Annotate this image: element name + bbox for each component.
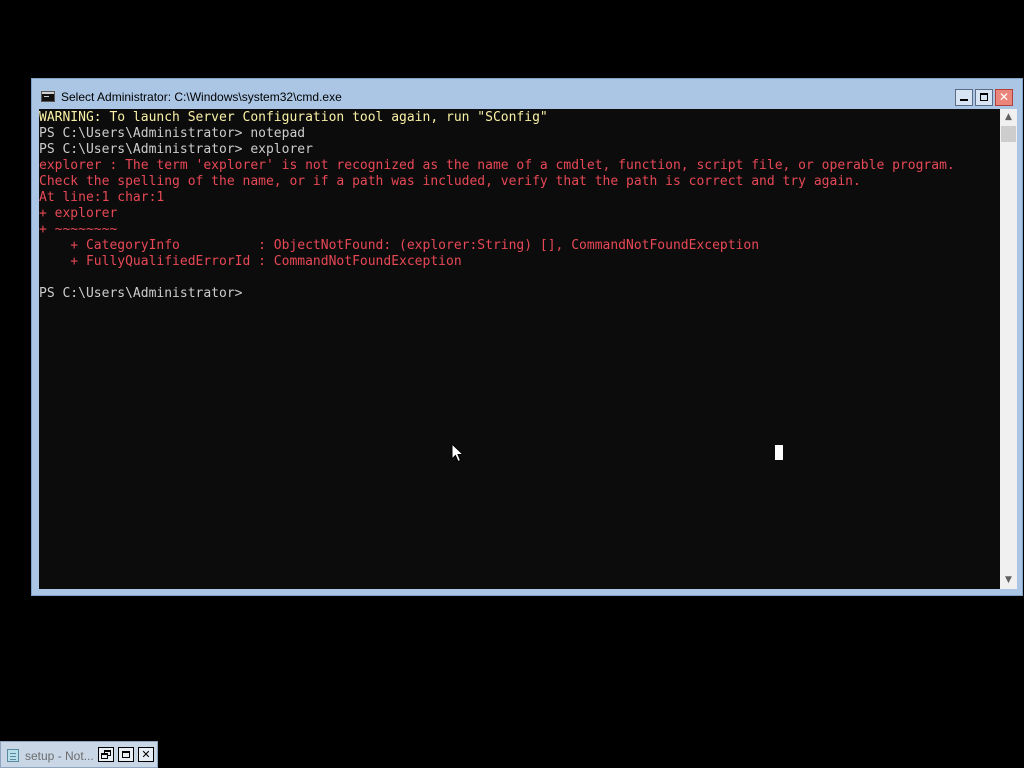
minimized-window-notepad[interactable]: setup - Not... ✕ xyxy=(0,741,158,768)
desktop: Select Administrator: C:\Windows\system3… xyxy=(0,0,1024,768)
console-line: Check the spelling of the name, or if a … xyxy=(39,174,861,189)
vertical-scrollbar[interactable]: ▲ ▼ xyxy=(1000,109,1017,589)
cmd-window[interactable]: Select Administrator: C:\Windows\system3… xyxy=(31,78,1023,596)
console-line: + FullyQualifiedErrorId : CommandNotFoun… xyxy=(39,254,462,269)
close-icon: ✕ xyxy=(998,90,1010,104)
close-icon: ✕ xyxy=(141,748,151,761)
console-line: PS C:\Users\Administrator> xyxy=(39,286,243,301)
scroll-up-button[interactable]: ▲ xyxy=(1000,109,1017,126)
restore-button[interactable] xyxy=(98,747,114,762)
minimize-button[interactable] xyxy=(955,89,973,106)
maximize-icon xyxy=(122,751,130,758)
console-line: + explorer xyxy=(39,206,118,221)
scroll-up-arrow-icon: ▲ xyxy=(1005,112,1012,122)
console-line: WARNING: To launch Server Configuration … xyxy=(39,110,548,125)
title-bar[interactable]: Select Administrator: C:\Windows\system3… xyxy=(32,79,1022,109)
console-line: PS C:\Users\Administrator> explorer xyxy=(39,142,313,157)
maximize-button[interactable] xyxy=(975,89,993,106)
console-line: explorer : The term 'explorer' is not re… xyxy=(39,158,955,173)
minimize-icon xyxy=(960,99,968,101)
window-title: Select Administrator: C:\Windows\system3… xyxy=(61,90,342,104)
scroll-down-button[interactable]: ▼ xyxy=(1000,572,1017,589)
close-button[interactable]: ✕ xyxy=(995,89,1013,106)
console-line: + CategoryInfo : ObjectNotFound: (explor… xyxy=(39,238,760,253)
console-line: PS C:\Users\Administrator> notepad xyxy=(39,126,306,141)
console-icon xyxy=(41,91,55,102)
scroll-down-arrow-icon: ▼ xyxy=(1005,575,1012,585)
restore-icon-front xyxy=(101,753,108,759)
console-output[interactable]: WARNING: To launch Server Configuration … xyxy=(39,109,1000,589)
console-text: WARNING: To launch Server Configuration … xyxy=(39,110,955,302)
console-line: At line:1 char:1 xyxy=(39,190,165,205)
taskbar-maximize-button[interactable] xyxy=(118,747,134,762)
minimized-window-title: setup - Not... xyxy=(25,749,94,763)
console-line: + ~~~~~~~~ xyxy=(39,222,118,237)
maximize-icon xyxy=(980,93,988,101)
notepad-icon xyxy=(7,749,19,762)
scroll-thumb[interactable] xyxy=(1001,126,1016,142)
mouse-pointer-icon xyxy=(451,443,465,463)
taskbar-close-button[interactable]: ✕ xyxy=(138,747,154,762)
text-cursor-block xyxy=(775,445,783,460)
